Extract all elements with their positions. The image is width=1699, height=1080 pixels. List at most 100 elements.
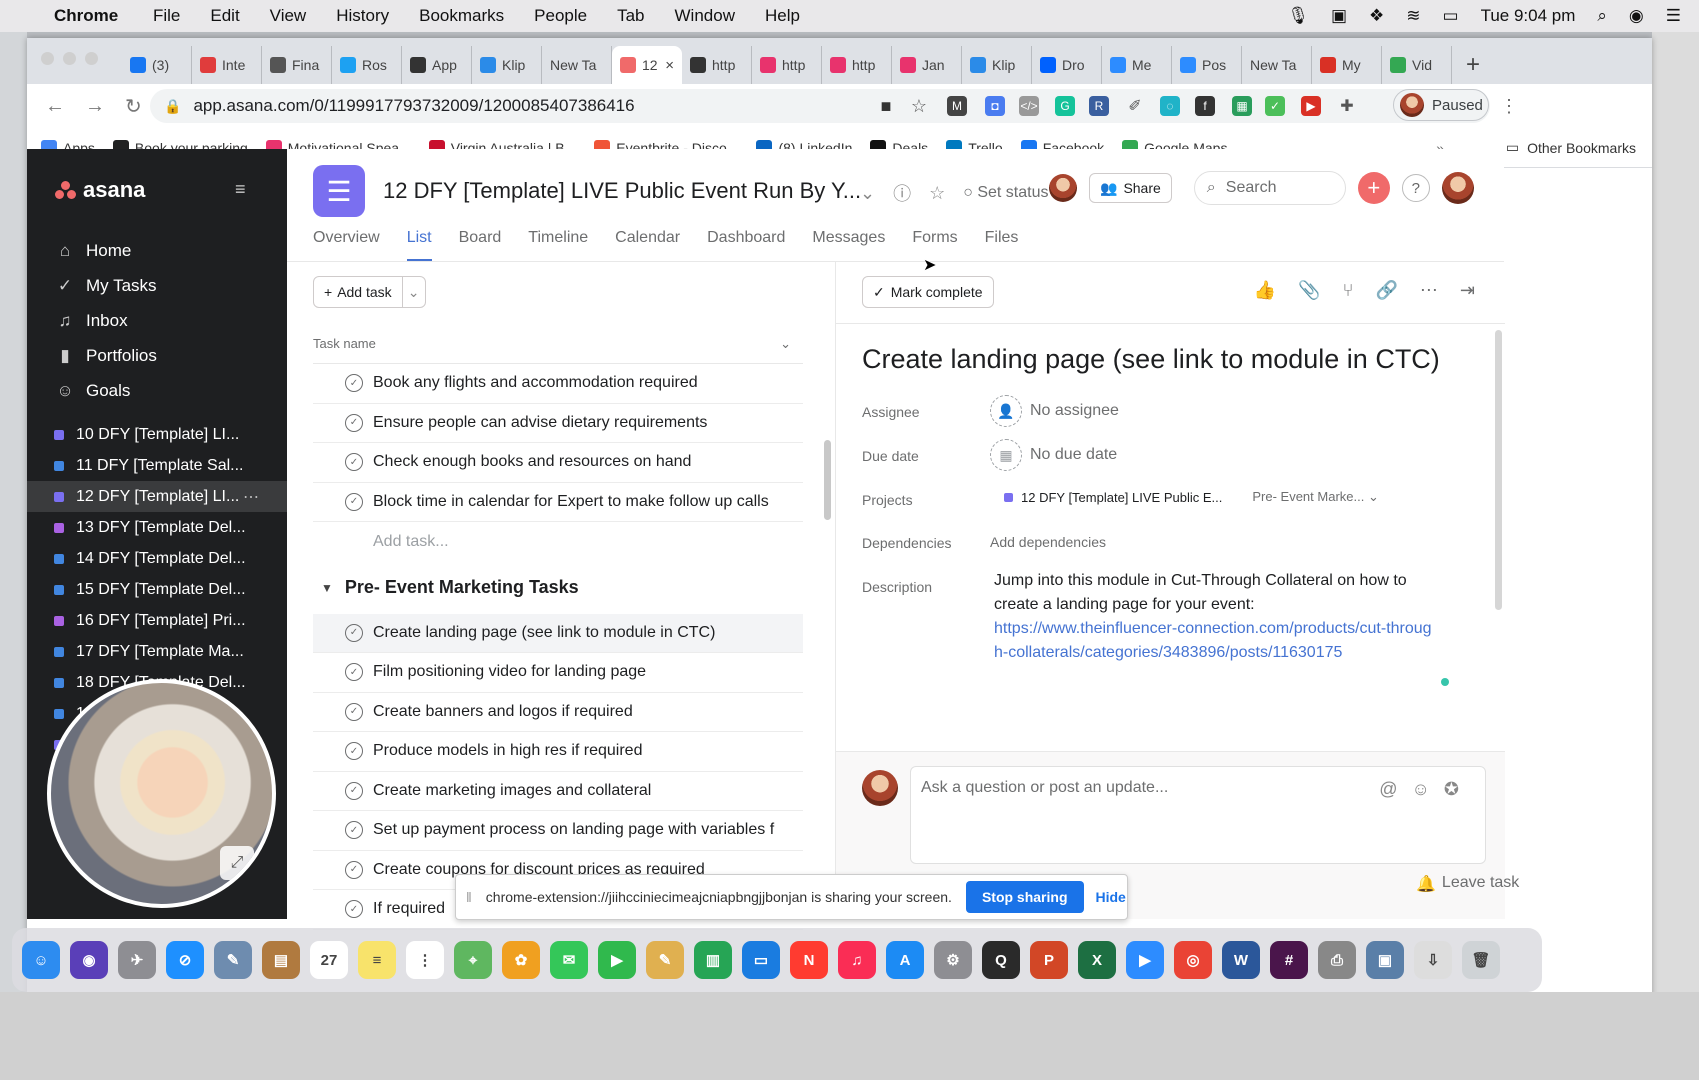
dock-downloads-icon[interactable]: ⇩ <box>1414 941 1452 979</box>
link-icon[interactable]: 🔗 <box>1375 280 1397 301</box>
task-name-column-header[interactable]: Task name ⌄ <box>313 324 803 364</box>
sidebar-item-goals[interactable]: ☺ Goals <box>27 373 287 408</box>
spotlight-search-icon[interactable]: ⌕ <box>1597 6 1607 26</box>
task-name[interactable]: Create banners and logos if required <box>373 703 633 721</box>
tab-files[interactable]: Files <box>985 229 1019 261</box>
code-extension-icon[interactable]: </> <box>1019 96 1039 116</box>
tab-calendar[interactable]: Calendar <box>615 229 680 261</box>
browser-tab[interactable]: Klip <box>962 46 1032 84</box>
microphone-icon[interactable]: 🎙 <box>1287 6 1309 26</box>
url-text[interactable]: app.asana.com/0/1199917793732009/1200085… <box>193 96 634 116</box>
complete-checkbox-icon[interactable]: ✓ <box>345 663 363 682</box>
tab-dashboard[interactable]: Dashboard <box>707 229 785 261</box>
comment-input[interactable]: Ask a question or post an update... @ ☺ … <box>910 766 1486 864</box>
add-dependencies-button[interactable]: Add dependencies <box>990 534 1106 550</box>
project-title[interactable]: 12 DFY [Template] LIVE Public Event Run … <box>383 178 861 204</box>
task-name[interactable]: If required <box>373 900 445 918</box>
mark-complete-button[interactable]: ✓ Mark complete <box>862 276 994 308</box>
tab-overview[interactable]: Overview <box>313 229 380 261</box>
profile-button[interactable]: Paused <box>1393 89 1489 121</box>
browser-tab[interactable]: Ros <box>332 46 402 84</box>
section-header[interactable]: ▼ Pre- Event Marketing Tasks <box>313 562 803 614</box>
dock-maps-icon[interactable]: ⌖ <box>454 941 492 979</box>
webcam-overlay[interactable]: ⤢ <box>47 679 276 908</box>
reload-icon[interactable]: ↻ <box>125 94 147 119</box>
dock-textedit-icon[interactable]: ✎ <box>646 941 684 979</box>
address-bar[interactable]: 🔒 app.asana.com/0/1199917793732009/12000… <box>150 89 1490 123</box>
complete-checkbox-icon[interactable]: ✓ <box>345 900 363 919</box>
browser-tab[interactable]: http <box>682 46 752 84</box>
puzzle-extensions-icon[interactable]: ✚ <box>1337 96 1357 116</box>
dock-quicktime-icon[interactable]: Q <box>982 941 1020 979</box>
dock-news-icon[interactable]: N <box>790 941 828 979</box>
menu-help[interactable]: Help <box>765 6 800 25</box>
dock-photos-icon[interactable]: ✿ <box>502 941 540 979</box>
browser-tab[interactable]: Pos <box>1172 46 1242 84</box>
dock-calendar-icon[interactable]: 27 <box>310 941 348 979</box>
complete-checkbox-icon[interactable]: ✓ <box>345 413 363 432</box>
task-name[interactable]: Create marketing images and collateral <box>373 782 651 800</box>
tab-messages[interactable]: Messages <box>812 229 885 261</box>
task-row[interactable]: ✓ Create landing page (see link to module… <box>313 613 803 653</box>
chrome-menu-icon[interactable]: ⋮ <box>1499 96 1519 116</box>
task-name[interactable]: Check enough books and resources on hand <box>373 453 691 471</box>
dock-music-icon[interactable]: ♫ <box>838 941 876 979</box>
other-bookmarks-folder[interactable]: ▭ Other Bookmarks <box>1506 139 1636 156</box>
dock-contacts-icon[interactable]: ▤ <box>262 941 300 979</box>
dock-image-capture-icon[interactable]: ▣ <box>1366 941 1404 979</box>
tab-timeline[interactable]: Timeline <box>528 229 588 261</box>
check-extension-icon[interactable]: ✓ <box>1265 96 1285 116</box>
task-row[interactable]: ✓ Check enough books and resources on han… <box>313 443 803 483</box>
task-name[interactable]: Produce models in high res if required <box>373 742 642 760</box>
chevron-down-icon[interactable]: ⌄ <box>780 336 791 352</box>
description-link[interactable]: https://www.theinfluencer-connection.com… <box>994 617 1434 665</box>
more-options-icon[interactable]: ⋯ <box>1420 280 1438 301</box>
drag-handle-icon[interactable]: ‖ <box>466 889 472 905</box>
member-avatar[interactable] <box>1049 174 1077 202</box>
asana-logo[interactable]: asana <box>55 177 145 203</box>
complete-checkbox-icon[interactable]: ✓ <box>345 742 363 761</box>
complete-checkbox-icon[interactable]: ✓ <box>345 702 363 721</box>
description-body[interactable]: Jump into this module in Cut-Through Col… <box>994 569 1434 665</box>
hide-button[interactable]: Hide <box>1096 889 1126 905</box>
sidebar-project-item[interactable]: 10 DFY [Template] LI... <box>27 419 287 450</box>
attachment-icon[interactable]: 📎 <box>1298 280 1320 301</box>
browser-tab[interactable]: Dro <box>1032 46 1102 84</box>
user-avatar[interactable] <box>1441 172 1474 204</box>
star-icon[interactable]: ✪ <box>1444 779 1459 800</box>
dock-printer-icon[interactable]: ⎙ <box>1318 941 1356 979</box>
dock-siri-icon[interactable]: ◉ <box>70 941 108 979</box>
task-row[interactable]: ✓ Create marketing images and collateral <box>313 772 803 811</box>
dock-safari-icon[interactable]: ⊘ <box>166 941 204 979</box>
star-bookmark-icon[interactable]: ☆ <box>909 96 929 116</box>
complete-checkbox-icon[interactable]: ✓ <box>345 492 363 511</box>
add-task-dropdown-icon[interactable]: ⌄ <box>403 284 425 301</box>
help-button[interactable]: ? <box>1401 174 1430 202</box>
dock-zoom-icon[interactable]: ▶ <box>1126 941 1164 979</box>
dock-keynote-icon[interactable]: ▭ <box>742 941 780 979</box>
menu-view[interactable]: View <box>270 6 307 25</box>
more-options-icon[interactable]: ⋯ <box>243 487 259 507</box>
forward-icon[interactable]: → <box>85 95 107 118</box>
task-row[interactable]: ✓ Book any flights and accommodation requ… <box>313 364 803 404</box>
menu-clock[interactable]: Tue 9:04 pm <box>1481 6 1576 26</box>
sheets-extension-icon[interactable]: ▦ <box>1232 96 1252 116</box>
camera-icon[interactable]: ▣ <box>1331 6 1347 26</box>
menu-tab[interactable]: Tab <box>617 6 644 25</box>
task-name[interactable]: Book any flights and accommodation requi… <box>373 374 698 392</box>
screen-capture-extension-icon[interactable]: ◘ <box>985 96 1005 116</box>
sidebar-project-item[interactable]: 16 DFY [Template] Pri... <box>27 605 287 636</box>
dock-reminders-icon[interactable]: ⋮ <box>406 941 444 979</box>
task-name[interactable]: Block time in calendar for Expert to mak… <box>373 493 769 511</box>
sidebar-item-home[interactable]: ⌂ Home <box>27 233 287 268</box>
maximize-window-button[interactable] <box>85 52 98 65</box>
task-name[interactable]: Film positioning video for landing page <box>373 663 646 681</box>
sidebar-project-item[interactable]: 11 DFY [Template Sal... <box>27 450 287 481</box>
sidebar-item-inbox[interactable]: ♫ Inbox <box>27 303 287 338</box>
browser-tab[interactable]: http <box>752 46 822 84</box>
back-icon[interactable]: ← <box>45 95 67 118</box>
info-icon[interactable]: ⓘ <box>893 180 911 206</box>
close-tab-icon[interactable]: × <box>665 57 674 74</box>
collapse-sidebar-icon[interactable]: ≡ <box>235 179 246 200</box>
add-task-button[interactable]: + Add task <box>314 277 403 307</box>
